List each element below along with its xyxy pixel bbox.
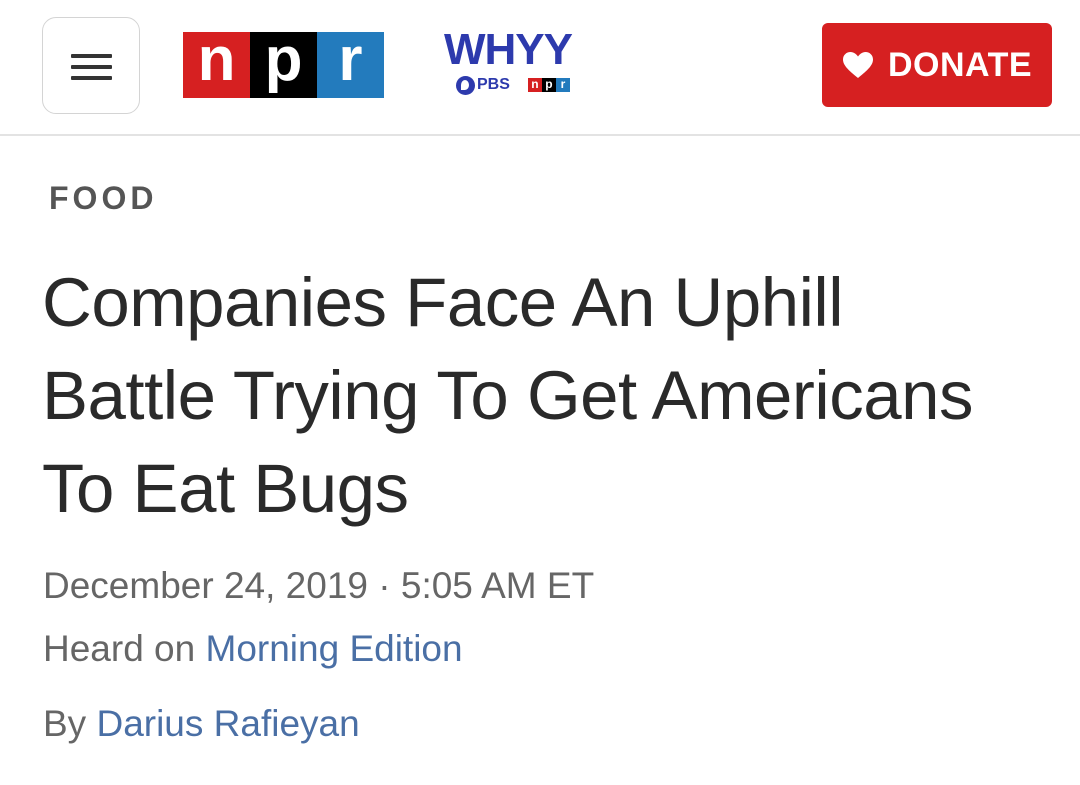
npr-logo-r: r [317,29,384,98]
hamburger-icon [71,54,112,58]
hamburger-icon-bar [71,65,112,69]
pbs-head-icon [456,75,475,95]
section-link-food[interactable]: FOOD [49,180,157,217]
npr-logo[interactable]: n p r [183,29,384,98]
site-header: n p r WHYY PBS n p r DONATE [0,0,1080,136]
menu-button[interactable] [42,17,140,114]
article-time: 5:05 AM ET [400,565,595,606]
hamburger-icon-bar [71,76,112,80]
mini-npr-logo: n p r [527,78,570,92]
heard-on-line: Heard on Morning Edition [43,628,463,670]
article-headline: Companies Face An Uphill Battle Trying T… [42,264,974,527]
heard-on-prefix: Heard on [43,628,196,669]
station-affiliations: PBS n p r [456,75,570,95]
author-link[interactable]: Darius Rafieyan [96,703,359,744]
donate-label: DONATE [887,45,1033,84]
dateline-separator: · [378,565,391,606]
heart-icon [842,52,873,78]
byline-prefix: By [43,703,87,744]
npr-logo-p: p [250,29,317,98]
article-date: December 24, 2019 [43,565,368,606]
mini-npr-r: r [555,78,570,92]
program-link[interactable]: Morning Edition [206,628,463,669]
station-name: WHYY [444,25,573,74]
mini-npr-p: p [541,78,556,92]
pbs-label: PBS [477,76,510,93]
donate-button[interactable]: DONATE [822,23,1052,107]
npr-logo-n: n [183,29,250,98]
article-dateline: December 24, 2019 · 5:05 AM ET [43,565,594,607]
station-logo[interactable]: WHYY PBS n p r [444,28,589,98]
byline: By Darius Rafieyan [43,703,360,745]
mini-npr-n: n [527,78,542,92]
